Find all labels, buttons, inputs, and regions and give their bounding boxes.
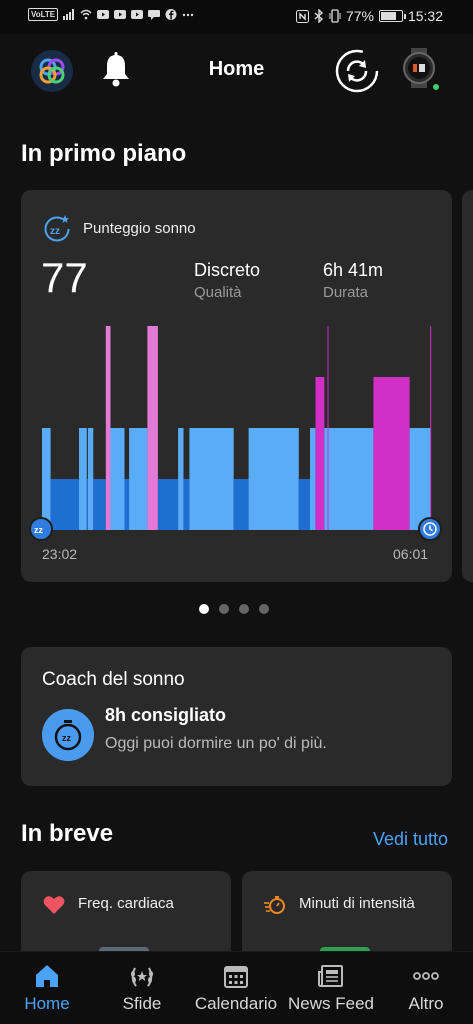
- sleep-stage-bar: [105, 326, 111, 530]
- laurel-icon: [131, 967, 153, 987]
- sleep-stage-bar: [93, 479, 106, 530]
- more-icon: [413, 972, 439, 980]
- sleep-stage-bar: [79, 428, 87, 530]
- nav-more-label: Altro: [408, 994, 444, 1013]
- sleep-stage-bar: [147, 326, 158, 530]
- sleep-stage-bar: [129, 428, 148, 530]
- bottom-navigation: Home Sfide Calendario News Feed Altro: [0, 951, 473, 1024]
- carousel-dot[interactable]: [219, 604, 229, 614]
- sleep-stage-bar: [42, 428, 51, 530]
- nav-news-feed[interactable]: News Feed: [284, 952, 378, 1024]
- more-notifications-icon: [182, 13, 194, 17]
- youtube-icon: [114, 10, 127, 19]
- wifi-icon: [80, 9, 92, 20]
- sleep-stage-bar: [233, 479, 249, 530]
- bluetooth-icon: [314, 9, 323, 23]
- status-right: 77% 15:32: [295, 8, 443, 24]
- vibrate-icon: [329, 9, 341, 23]
- heart-rate-label: Freq. cardiaca: [78, 895, 174, 912]
- sleep-end-time: 06:01: [393, 546, 429, 562]
- brief-section-title: In breve: [21, 820, 114, 847]
- facebook-icon: [165, 9, 177, 20]
- nav-home-label: Home: [24, 994, 70, 1013]
- sleep-start-icon: zz: [29, 517, 53, 541]
- svg-text:zz: zz: [34, 525, 44, 535]
- home-icon: [36, 965, 58, 987]
- heart-icon: [43, 896, 65, 914]
- sleep-stage-bar: [157, 479, 179, 530]
- volte-indicator: VoLTE: [28, 8, 59, 21]
- wake-up-clock-icon: [418, 517, 442, 541]
- nav-news-feed-label: News Feed: [288, 994, 374, 1013]
- sleep-stage-bar: [327, 326, 329, 530]
- sleep-stage-bar: [86, 479, 88, 530]
- device-connected-dot: [431, 82, 441, 92]
- nav-home[interactable]: Home: [17, 952, 77, 1024]
- sleep-stage-bar: [324, 428, 374, 530]
- nav-challenges[interactable]: Sfide: [112, 952, 172, 1024]
- battery-percent: 77%: [345, 8, 374, 24]
- see-all-link[interactable]: Vedi tutto: [373, 829, 448, 850]
- sleep-stage-bar: [373, 377, 410, 530]
- device-watch-icon[interactable]: [402, 48, 436, 88]
- status-left: VoLTE: [28, 8, 194, 21]
- nav-challenges-label: Sfide: [122, 994, 162, 1013]
- carousel-indicator[interactable]: [199, 604, 269, 614]
- nav-calendar-label: Calendario: [194, 994, 278, 1013]
- sleep-stage-bar: [183, 479, 190, 530]
- svg-text:zz: zz: [62, 733, 72, 743]
- featured-section-title: In primo piano: [21, 140, 187, 167]
- sleep-stage-bar: [87, 428, 94, 530]
- nav-more[interactable]: Altro: [396, 952, 456, 1024]
- sleep-stage-bar: [248, 428, 299, 530]
- battery-fill: [380, 12, 396, 20]
- sleep-stage-bar: [430, 326, 432, 530]
- app-header: Home: [0, 34, 473, 108]
- sleep-stage-chart: [42, 326, 432, 530]
- sync-icon[interactable]: [334, 48, 380, 94]
- status-time: 15:32: [407, 8, 443, 24]
- sleep-stage-bar: [298, 479, 310, 530]
- carousel-dot[interactable]: [199, 604, 209, 614]
- sleep-score-card[interactable]: zz Punteggio sonno 77 Discreto Qualità 6…: [21, 190, 452, 582]
- youtube-icon: [97, 10, 110, 19]
- coach-message: Oggi puoi dormire un po' di più.: [105, 735, 327, 752]
- message-icon: [148, 10, 161, 20]
- sleep-stage-bar: [409, 428, 431, 530]
- nav-calendar[interactable]: Calendario: [192, 952, 280, 1024]
- sleep-stage-bar: [315, 377, 325, 530]
- sleep-stage-bar: [50, 479, 79, 530]
- nfc-icon: [295, 9, 309, 23]
- next-card-peek[interactable]: [462, 190, 473, 582]
- carousel-dot[interactable]: [259, 604, 269, 614]
- coach-title: Coach del sonno: [42, 669, 185, 690]
- carousel-dot[interactable]: [239, 604, 249, 614]
- battery-icon: [378, 10, 406, 22]
- coach-recommendation: 8h consigliato: [105, 705, 227, 725]
- stopwatch-icon: [264, 896, 285, 914]
- status-bar: VoLTE 77% 15:32: [0, 0, 473, 34]
- calendar-icon: [224, 966, 248, 988]
- signal-icon: [63, 9, 75, 20]
- sleep-stage-bar: [310, 428, 316, 530]
- intensity-minutes-label: Minuti di intensità: [299, 895, 415, 912]
- news-icon: [318, 965, 343, 987]
- sleep-stage-bar: [189, 428, 234, 530]
- sleep-stage-bar: [178, 428, 184, 530]
- sleep-timer-icon: zz: [42, 709, 94, 761]
- youtube-icon: [131, 10, 144, 19]
- sleep-stage-bar: [124, 479, 130, 530]
- sleep-stage-bar: [110, 428, 125, 530]
- sleep-start-time: 23:02: [42, 546, 78, 562]
- sleep-coach-card[interactable]: Coach del sonno zz 8h consigliato Oggi p…: [21, 647, 452, 786]
